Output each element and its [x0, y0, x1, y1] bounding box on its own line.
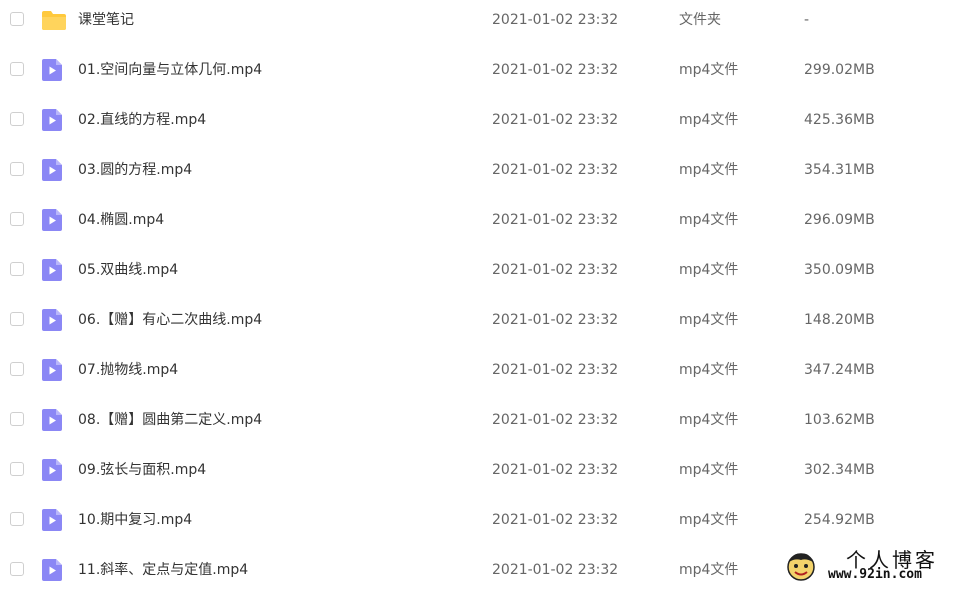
file-type: mp4文件: [679, 362, 739, 378]
file-date: 2021-01-02 23:32: [492, 312, 619, 328]
row-checkbox[interactable]: [10, 112, 24, 126]
file-date: 2021-01-02 23:32: [492, 412, 619, 428]
video-file-icon: [41, 408, 63, 432]
file-date: 2021-01-02 23:32: [492, 162, 619, 178]
file-type: mp4文件: [679, 112, 739, 128]
file-date: 2021-01-02 23:32: [492, 462, 619, 478]
file-date: 2021-01-02 23:32: [492, 212, 619, 228]
file-size: 425.36MB: [804, 112, 875, 128]
file-row[interactable]: 07.抛物线.mp4 2021-01-02 23:32 mp4文件 347.24MB: [0, 350, 978, 390]
file-type: mp4文件: [679, 62, 739, 78]
row-checkbox[interactable]: [10, 212, 24, 226]
file-size: 302.34MB: [804, 462, 875, 478]
cartoon-avatar-icon: [784, 550, 818, 582]
file-type: mp4文件: [679, 562, 739, 578]
file-row[interactable]: 08.【赠】圆曲第二定义.mp4 2021-01-02 23:32 mp4文件 103…: [0, 400, 978, 440]
file-type: mp4文件: [679, 262, 739, 278]
file-size: 254.92MB: [804, 512, 875, 528]
file-name[interactable]: 09.弦长与面积.mp4: [78, 460, 206, 480]
file-name[interactable]: 06.【赠】有心二次曲线.mp4: [78, 310, 262, 330]
file-size: -: [804, 12, 810, 28]
file-row[interactable]: 03.圆的方程.mp4 2021-01-02 23:32 mp4文件 354.31MB: [0, 150, 978, 190]
video-file-icon: [41, 58, 63, 82]
row-checkbox[interactable]: [10, 62, 24, 76]
file-date: 2021-01-02 23:32: [492, 512, 619, 528]
file-name[interactable]: 10.期中复习.mp4: [78, 510, 192, 530]
video-file-icon: [41, 308, 63, 332]
file-row[interactable]: 09.弦长与面积.mp4 2021-01-02 23:32 mp4文件 302.34M…: [0, 450, 978, 490]
file-type: mp4文件: [679, 212, 739, 228]
watermark-url: www.92in.com: [828, 567, 922, 582]
file-row[interactable]: 05.双曲线.mp4 2021-01-02 23:32 mp4文件 350.09MB: [0, 250, 978, 290]
file-type: mp4文件: [679, 462, 739, 478]
row-checkbox[interactable]: [10, 512, 24, 526]
row-checkbox[interactable]: [10, 412, 24, 426]
file-name[interactable]: 课堂笔记: [78, 10, 134, 30]
file-size: 103.62MB: [804, 412, 875, 428]
row-checkbox[interactable]: [10, 312, 24, 326]
file-date: 2021-01-02 23:32: [492, 62, 619, 78]
file-row-folder[interactable]: 课堂笔记 2021-01-02 23:32 文件夹 -: [0, 0, 978, 40]
file-size: 354.31MB: [804, 162, 875, 178]
file-size: 299.02MB: [804, 62, 875, 78]
row-checkbox[interactable]: [10, 12, 24, 26]
video-file-icon: [41, 158, 63, 182]
watermark: 个人博客 www.92in.com: [784, 544, 978, 587]
file-type: mp4文件: [679, 312, 739, 328]
row-checkbox[interactable]: [10, 162, 24, 176]
file-type: mp4文件: [679, 162, 739, 178]
video-file-icon: [41, 508, 63, 532]
file-name[interactable]: 02.直线的方程.mp4: [78, 110, 206, 130]
file-row[interactable]: 10.期中复习.mp4 2021-01-02 23:32 mp4文件 254.92MB: [0, 500, 978, 540]
file-name[interactable]: 07.抛物线.mp4: [78, 360, 178, 380]
file-row[interactable]: 01.空间向量与立体几何.mp4 2021-01-02 23:32 mp4文件 299…: [0, 50, 978, 90]
folder-icon: [41, 8, 66, 32]
file-size: 350.09MB: [804, 262, 875, 278]
video-file-icon: [41, 108, 63, 132]
file-row[interactable]: 04.椭圆.mp4 2021-01-02 23:32 mp4文件 296.09MB: [0, 200, 978, 240]
file-name[interactable]: 03.圆的方程.mp4: [78, 160, 192, 180]
file-row[interactable]: 02.直线的方程.mp4 2021-01-02 23:32 mp4文件 425.36M…: [0, 100, 978, 140]
file-name[interactable]: 08.【赠】圆曲第二定义.mp4: [78, 410, 262, 430]
file-date: 2021-01-02 23:32: [492, 262, 619, 278]
file-name[interactable]: 01.空间向量与立体几何.mp4: [78, 60, 262, 80]
file-size: 296.09MB: [804, 212, 875, 228]
row-checkbox[interactable]: [10, 462, 24, 476]
file-date: 2021-01-02 23:32: [492, 12, 619, 28]
video-file-icon: [41, 458, 63, 482]
file-row[interactable]: 06.【赠】有心二次曲线.mp4 2021-01-02 23:32 mp4文件 148…: [0, 300, 978, 340]
row-checkbox[interactable]: [10, 262, 24, 276]
video-file-icon: [41, 358, 63, 382]
file-type: mp4文件: [679, 412, 739, 428]
file-date: 2021-01-02 23:32: [492, 112, 619, 128]
file-date: 2021-01-02 23:32: [492, 362, 619, 378]
row-checkbox[interactable]: [10, 362, 24, 376]
file-name[interactable]: 11.斜率、定点与定值.mp4: [78, 560, 248, 580]
row-checkbox[interactable]: [10, 562, 24, 576]
file-type: 文件夹: [679, 12, 721, 28]
video-file-icon: [41, 558, 63, 582]
video-file-icon: [41, 208, 63, 232]
file-name[interactable]: 05.双曲线.mp4: [78, 260, 178, 280]
video-file-icon: [41, 258, 63, 282]
file-size: 148.20MB: [804, 312, 875, 328]
file-date: 2021-01-02 23:32: [492, 562, 619, 578]
file-size: 347.24MB: [804, 362, 875, 378]
file-name[interactable]: 04.椭圆.mp4: [78, 210, 164, 230]
file-type: mp4文件: [679, 512, 739, 528]
